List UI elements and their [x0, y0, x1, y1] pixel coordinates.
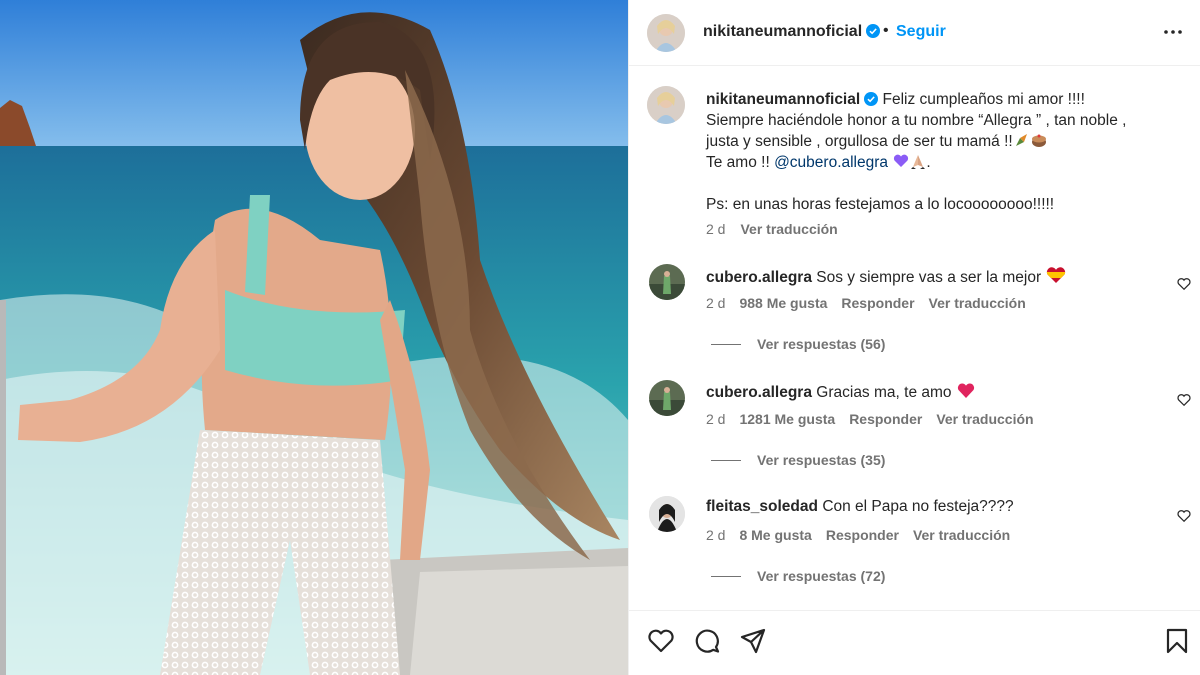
comment-body: Gracias ma, te amo	[816, 384, 952, 401]
comment-icon[interactable]	[693, 627, 721, 655]
purple-heart-icon	[894, 154, 909, 167]
post-header: nikitaneumannoficial • Seguir	[629, 0, 1200, 66]
comment-text: fleitas_soledad Con el Papa no festeja??…	[706, 498, 1014, 516]
comment-translate-link[interactable]: Ver traducción	[929, 295, 1026, 311]
praying-hands-icon	[911, 155, 926, 169]
comment-like-heart-icon[interactable]	[1177, 277, 1191, 291]
comment-time[interactable]: 2 d	[706, 527, 725, 543]
caption-meta: 2 d Ver traducción	[706, 221, 838, 237]
author-avatar[interactable]	[647, 14, 685, 52]
red-heart-icon	[957, 383, 974, 398]
author-username-text[interactable]: nikitaneumannoficial	[703, 23, 862, 40]
caption-translate-link[interactable]: Ver traducción	[740, 221, 837, 237]
heart-spain-icon	[1047, 267, 1066, 284]
comment-username[interactable]: fleitas_soledad	[706, 498, 818, 515]
comment-like-heart-icon[interactable]	[1177, 393, 1191, 407]
heart-icon[interactable]	[647, 627, 675, 655]
caption-line-2: Siempre haciéndole honor a tu nombre “Al…	[706, 112, 1127, 129]
post-side-panel: nikitaneumannoficial • Seguir nikitaneum…	[628, 0, 1200, 675]
comment-meta: 2 d 988 Me gusta Responder Ver traducción	[706, 295, 1040, 311]
comment-reply-button[interactable]: Responder	[841, 295, 914, 311]
commenter-avatar[interactable]	[649, 496, 685, 532]
comment-meta: 2 d 8 Me gusta Responder Ver traducción	[706, 527, 1024, 543]
comment-meta: 2 d 1281 Me gusta Responder Ver traducción	[706, 411, 1048, 427]
comment-likes[interactable]: 1281 Me gusta	[739, 411, 835, 427]
comment-text: cubero.allegra Gracias ma, te amo	[706, 382, 975, 402]
caption-author-avatar[interactable]	[647, 86, 685, 124]
comment-likes[interactable]: 988 Me gusta	[739, 295, 827, 311]
comment-translate-link[interactable]: Ver traducción	[913, 527, 1010, 543]
comment-like-heart-icon[interactable]	[1177, 509, 1191, 523]
caption-line-4: Te amo !!	[706, 154, 775, 171]
replies-divider	[711, 576, 741, 577]
comment-likes[interactable]: 8 Me gusta	[739, 527, 811, 543]
caption-line-3: justa y sensible , orgullosa de ser tu m…	[706, 133, 1013, 150]
bookmark-icon[interactable]	[1163, 627, 1191, 655]
view-replies-button[interactable]: Ver respuestas (72)	[711, 568, 885, 584]
caption-line-1: Feliz cumpleaños mi amor !!!!	[882, 91, 1085, 108]
comment-reply-button[interactable]: Responder	[826, 527, 899, 543]
view-replies-label[interactable]: Ver respuestas (35)	[757, 452, 885, 468]
comment-body: Con el Papa no festeja????	[822, 498, 1014, 515]
post-image	[0, 0, 628, 675]
commenter-avatar[interactable]	[649, 264, 685, 300]
comment-username[interactable]: cubero.allegra	[706, 384, 812, 401]
comment-username[interactable]: cubero.allegra	[706, 269, 812, 286]
caption-line-5: .	[926, 154, 931, 171]
comment-time[interactable]: 2 d	[706, 295, 725, 311]
verified-badge-icon	[864, 92, 879, 106]
follow-button[interactable]: Seguir	[896, 23, 946, 41]
view-replies-button[interactable]: Ver respuestas (35)	[711, 452, 885, 468]
caption-line-6: Ps: en unas horas festejamos a lo locooo…	[706, 196, 1055, 213]
view-replies-label[interactable]: Ver respuestas (56)	[757, 336, 885, 352]
comment-item: fleitas_soledad Con el Papa no festeja??…	[629, 496, 1200, 606]
more-options-icon[interactable]	[1161, 20, 1185, 44]
replies-divider	[711, 344, 741, 345]
caption-time[interactable]: 2 d	[706, 221, 725, 237]
caption-mention-link[interactable]: @cubero.allegra	[774, 154, 888, 171]
caption-username[interactable]: nikitaneumannoficial	[706, 91, 860, 108]
author-username[interactable]: nikitaneumannoficial	[703, 23, 881, 41]
view-replies-label[interactable]: Ver respuestas (72)	[757, 568, 885, 584]
verified-badge-icon	[866, 24, 881, 38]
comment-time[interactable]: 2 d	[706, 411, 725, 427]
comment-item: cubero.allegra Gracias ma, te amo 2 d 128…	[629, 380, 1200, 490]
separator-dot: •	[883, 22, 889, 39]
comment-text: cubero.allegra Sos y siempre vas a ser l…	[706, 266, 1066, 287]
comment-translate-link[interactable]: Ver traducción	[936, 411, 1033, 427]
caption-text: nikitaneumannoficial Feliz cumpleaños mi…	[706, 89, 1176, 215]
replies-divider	[711, 460, 741, 461]
post-photo	[0, 0, 628, 675]
comment-body: Sos y siempre vas a ser la mejor	[816, 269, 1042, 286]
comment-reply-button[interactable]: Responder	[849, 411, 922, 427]
comment-item: cubero.allegra Sos y siempre vas a ser l…	[629, 264, 1200, 374]
commenter-avatar[interactable]	[649, 380, 685, 416]
view-replies-button[interactable]: Ver respuestas (56)	[711, 336, 885, 352]
share-icon[interactable]	[739, 627, 767, 655]
cake-emoji-icon	[1031, 134, 1046, 147]
rocket-emoji-icon	[1015, 134, 1027, 146]
post-actions-bar	[629, 610, 1200, 675]
